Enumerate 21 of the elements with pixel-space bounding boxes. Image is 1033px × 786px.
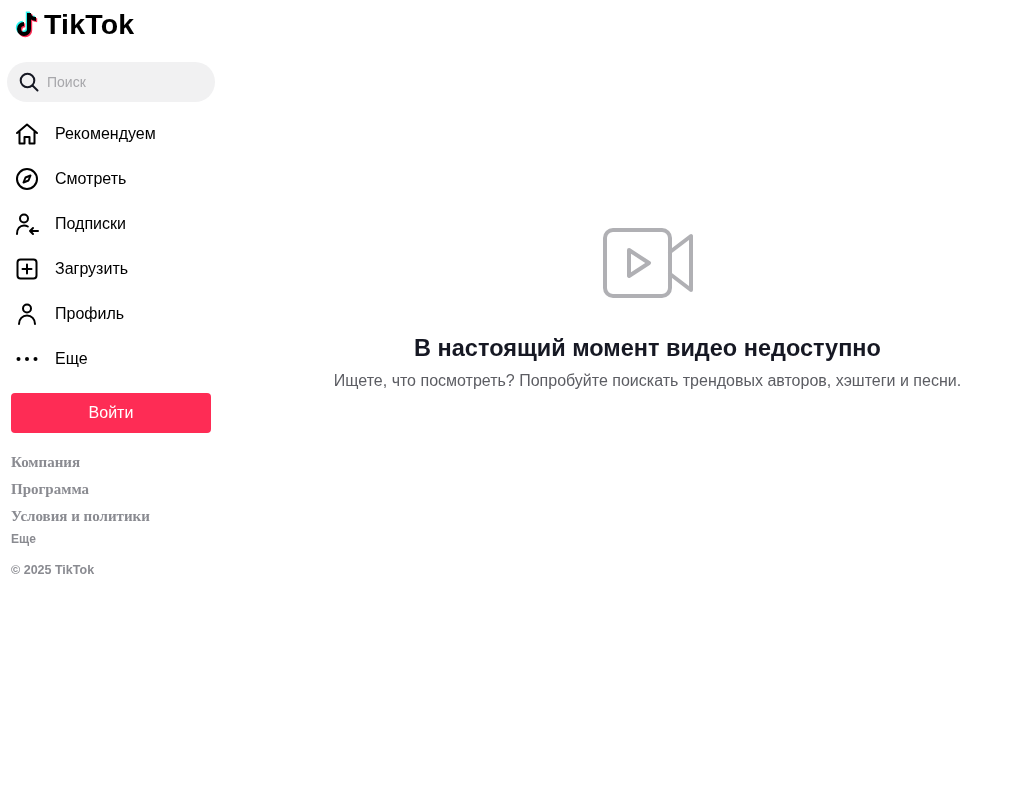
video-camera-icon (602, 228, 693, 298)
home-icon (15, 121, 39, 146)
nav-item[interactable]: Еще (7, 336, 215, 381)
login-button[interactable]: Войти (11, 393, 211, 433)
nav-item[interactable]: Смотреть (7, 156, 215, 201)
search-icon (19, 72, 39, 92)
nav-item[interactable]: Подписки (7, 201, 215, 246)
nav-item[interactable]: Профиль (7, 291, 215, 336)
user-arrow-icon (15, 211, 39, 236)
compass-icon (15, 166, 39, 191)
music-note-icon (15, 10, 40, 38)
search-field[interactable]: Поиск (7, 62, 215, 102)
logo-link[interactable]: TikTok (15, 10, 135, 38)
empty-title: В настоящий момент видео недоступно (414, 334, 881, 363)
nav-item[interactable]: Рекомендуем (7, 111, 215, 156)
copyright-text: © 2025 TikTok (11, 562, 95, 578)
nav-item[interactable]: Загрузить (7, 246, 215, 291)
plus-square-icon (15, 256, 39, 281)
user-icon (15, 301, 39, 326)
more-dots-icon (15, 355, 39, 362)
empty-subtitle: Ищете, что посмотреть? Попробуйте поискать трендовых авторов, хэштеги и песни. (333, 371, 962, 391)
